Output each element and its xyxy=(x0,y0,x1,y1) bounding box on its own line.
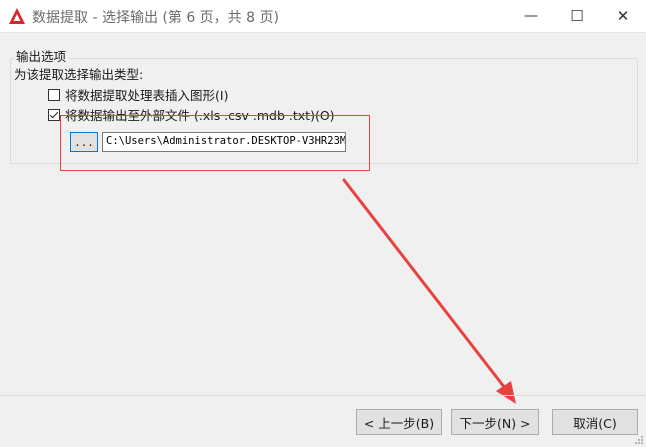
resize-grip-icon[interactable] xyxy=(634,435,644,445)
annotation-arrow xyxy=(342,178,516,404)
cancel-button[interactable]: 取消(C) xyxy=(552,409,638,435)
prev-button[interactable]: < 上一步(B) xyxy=(356,409,442,435)
next-button[interactable]: 下一步(N) > xyxy=(451,409,539,435)
footer-divider xyxy=(0,395,646,396)
